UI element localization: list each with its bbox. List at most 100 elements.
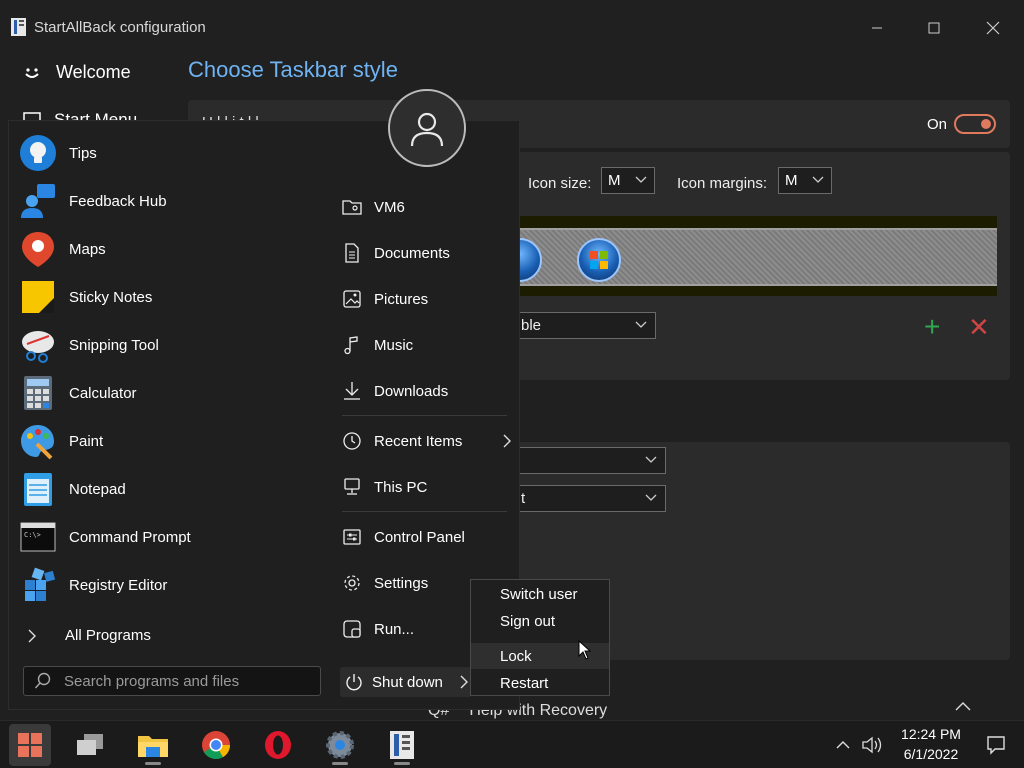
right-item-label: VM6 — [374, 198, 405, 216]
right-item-settings[interactable]: Settings — [342, 568, 428, 598]
icon-size-select[interactable]: M — [601, 167, 655, 194]
right-item-label: Settings — [374, 574, 429, 592]
start-icon — [18, 733, 42, 757]
right-item-documents[interactable]: Documents — [342, 238, 450, 268]
menu-item-switch-user[interactable]: Switch user — [471, 581, 609, 607]
option-select-1[interactable] — [512, 447, 666, 474]
search-input[interactable]: Search programs and files — [23, 666, 321, 696]
right-item-pictures[interactable]: Pictures — [342, 284, 428, 314]
user-icon — [410, 112, 444, 147]
program-item-tips[interactable]: Tips — [19, 130, 97, 176]
user-avatar[interactable] — [388, 89, 466, 167]
program-item-registry-editor[interactable]: Registry Editor — [19, 562, 167, 608]
gear-icon — [342, 573, 362, 593]
search-placeholder: Search programs and files — [64, 672, 240, 690]
feedback-hub-icon — [19, 182, 57, 220]
right-item-run[interactable]: Run... — [342, 614, 414, 644]
chevron-down-icon — [645, 456, 657, 463]
program-item-maps[interactable]: Maps — [19, 226, 106, 272]
option-select-2[interactable]: t — [512, 485, 666, 512]
power-icon — [346, 674, 362, 691]
icon-margins-label: Icon margins: — [677, 175, 768, 192]
notifications-button[interactable] — [976, 725, 1016, 765]
program-item-sticky-notes[interactable]: Sticky Notes — [19, 274, 152, 320]
clock-date: 6/1/2022 — [903, 746, 959, 762]
command-prompt-icon: C:\> — [19, 518, 57, 556]
style-select[interactable]: ble — [512, 312, 656, 339]
remove-icon[interactable]: ✕ — [968, 313, 990, 341]
all-programs-label: All Programs — [65, 627, 151, 644]
power-options-menu: Switch user Sign out Lock Restart — [470, 579, 610, 696]
all-programs-button[interactable]: All Programs — [27, 627, 151, 644]
shut-down-button[interactable]: Shut down — [340, 667, 472, 697]
opera-icon — [265, 731, 291, 759]
computer-icon — [342, 477, 362, 497]
program-label: Calculator — [69, 384, 137, 402]
divider — [342, 511, 507, 512]
program-item-feedback-hub[interactable]: Feedback Hub — [19, 178, 167, 224]
picture-icon — [342, 289, 362, 309]
right-item-label: Music — [374, 336, 414, 354]
user-folder-icon — [342, 197, 362, 217]
program-label: Tips — [69, 144, 97, 162]
speaker-icon — [862, 736, 882, 754]
task-view-button[interactable] — [70, 725, 110, 765]
shut-down-label: Shut down — [372, 673, 443, 691]
control-panel-icon — [342, 527, 362, 547]
right-item-recent-items[interactable]: Recent Items — [342, 426, 512, 456]
right-item-label: Recent Items — [374, 432, 463, 450]
volume-button[interactable] — [858, 725, 888, 765]
startallback-app-button[interactable] — [382, 725, 422, 765]
system-clock[interactable]: 12:24 PM 6/1/2022 — [896, 724, 966, 764]
close-icon — [986, 21, 1000, 35]
svg-text:C:\>: C:\> — [24, 531, 41, 539]
windows-logo-icon — [590, 251, 608, 269]
right-item-this-pc[interactable]: This PC — [342, 472, 427, 502]
notepad-icon — [19, 470, 57, 508]
smiley-icon — [25, 67, 39, 78]
startallback-app-icon — [11, 18, 26, 36]
program-label: Sticky Notes — [69, 288, 153, 306]
page-heading: Choose Taskbar style — [188, 57, 398, 82]
minimize-icon — [872, 27, 882, 29]
run-icon — [342, 619, 362, 639]
title-bar: StartAllBack configuration — [0, 0, 1024, 54]
chevron-right-icon — [503, 434, 511, 448]
chrome-button[interactable] — [196, 725, 236, 765]
right-item-downloads[interactable]: Downloads — [342, 376, 448, 406]
tips-icon — [19, 134, 57, 172]
maximize-button[interactable] — [911, 14, 957, 42]
program-item-snipping-tool[interactable]: Snipping Tool — [19, 322, 159, 368]
taskbar-toggle[interactable] — [954, 114, 996, 134]
start-button[interactable] — [9, 724, 51, 766]
right-item-vm6[interactable]: VM6 — [342, 192, 405, 222]
program-item-calculator[interactable]: Calculator — [19, 370, 137, 416]
menu-item-restart[interactable]: Restart — [471, 670, 609, 696]
settings-app-button[interactable] — [320, 725, 360, 765]
startallback-icon — [390, 731, 414, 759]
program-item-command-prompt[interactable]: C:\> Command Prompt — [19, 514, 191, 560]
program-item-notepad[interactable]: Notepad — [19, 466, 126, 512]
minimize-button[interactable] — [854, 14, 900, 42]
program-item-paint[interactable]: Paint — [19, 418, 103, 464]
download-icon — [342, 381, 362, 401]
menu-item-sign-out[interactable]: Sign out — [471, 608, 609, 634]
calculator-icon — [19, 374, 57, 412]
opera-button[interactable] — [258, 725, 298, 765]
file-explorer-button[interactable] — [133, 725, 173, 765]
right-item-music[interactable]: Music — [342, 330, 413, 360]
close-button[interactable] — [970, 14, 1016, 42]
icon-margins-select[interactable]: M — [778, 167, 832, 194]
chevron-down-icon — [645, 494, 657, 501]
registry-editor-icon — [19, 566, 57, 604]
show-hidden-icons-button[interactable] — [830, 725, 856, 765]
icon-size-label: Icon size: — [528, 175, 592, 192]
add-icon[interactable]: + — [924, 313, 940, 341]
nav-welcome[interactable]: Welcome — [22, 62, 131, 83]
chevron-up-icon[interactable] — [955, 700, 971, 712]
right-item-label: Downloads — [374, 382, 449, 400]
chevron-right-icon — [28, 629, 36, 642]
program-label: Feedback Hub — [69, 192, 167, 210]
right-item-label: Control Panel — [374, 528, 465, 546]
right-item-control-panel[interactable]: Control Panel — [342, 522, 465, 552]
